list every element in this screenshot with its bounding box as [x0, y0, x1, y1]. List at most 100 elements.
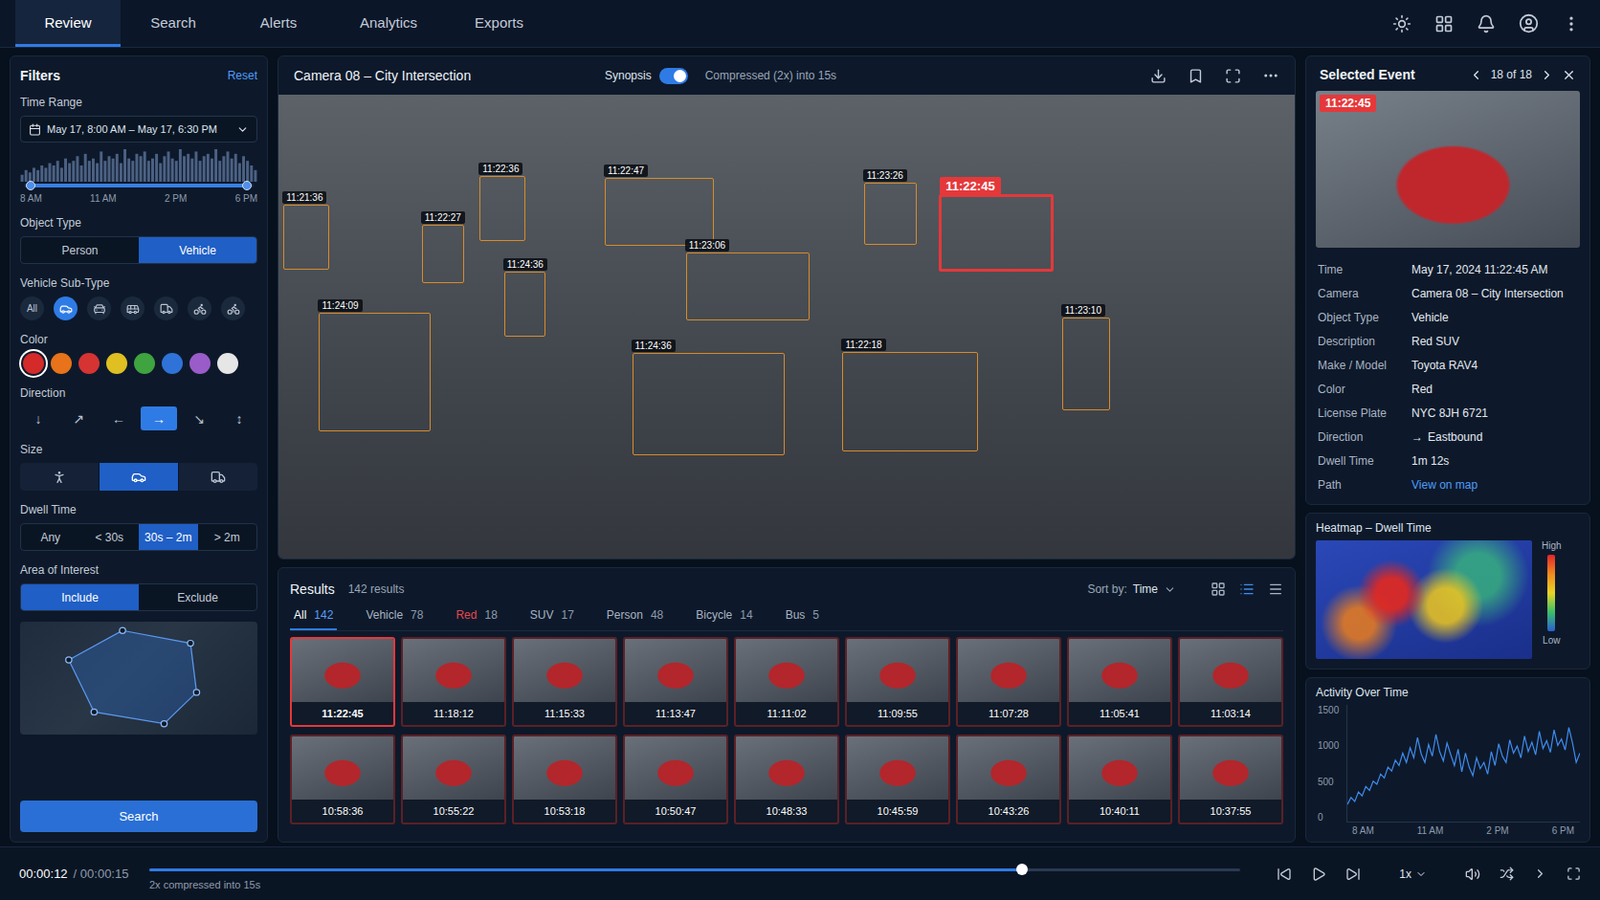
color-swatch[interactable]: [78, 353, 100, 375]
direction-button[interactable]: ↗: [60, 406, 97, 431]
slider-handle[interactable]: [242, 180, 252, 191]
result-thumbnail[interactable]: 11:22:45: [289, 637, 396, 728]
slider-track[interactable]: [23, 183, 254, 188]
speed-dropdown[interactable]: 1x: [1399, 867, 1427, 882]
detection-box[interactable]: 11:22:47: [604, 177, 714, 245]
dwell-time-option[interactable]: > 2m: [198, 524, 258, 551]
detection-box[interactable]: 11:21:36: [283, 204, 330, 270]
results-tab[interactable]: Vehicle78: [361, 602, 427, 631]
more-icon[interactable]: [1561, 14, 1581, 34]
color-swatch[interactable]: [217, 353, 239, 375]
detection-box[interactable]: 11:22:18: [842, 352, 978, 452]
results-tab[interactable]: Bicycle14: [691, 602, 756, 631]
progress-track[interactable]: [149, 868, 1241, 872]
area-polygon-icon[interactable]: [20, 622, 258, 735]
view-mode-button[interactable]: [1267, 581, 1284, 598]
result-thumbnail[interactable]: 10:53:18: [511, 734, 618, 825]
sun-icon[interactable]: [1392, 14, 1412, 34]
detection-box[interactable]: 11:23:26: [864, 182, 917, 245]
results-tab[interactable]: All142: [289, 602, 337, 631]
results-tab[interactable]: Red18: [451, 602, 501, 631]
search-button[interactable]: Search: [20, 800, 258, 833]
skip-back-button[interactable]: [1276, 866, 1292, 883]
result-thumbnail[interactable]: 10:58:36: [289, 734, 396, 825]
detection-box[interactable]: 11:22:45: [938, 194, 1054, 272]
result-thumbnail[interactable]: 10:40:11: [1066, 734, 1173, 825]
color-swatch[interactable]: [161, 353, 183, 375]
sub-type-button[interactable]: [221, 296, 245, 321]
color-swatch[interactable]: [50, 353, 72, 375]
results-tab[interactable]: SUV17: [526, 602, 578, 631]
sub-type-button[interactable]: [120, 296, 145, 321]
time-range-dropdown[interactable]: May 17, 8:00 AM – May 17, 6:30 PM: [20, 115, 258, 143]
result-thumbnail[interactable]: 10:43:26: [955, 734, 1062, 825]
result-thumbnail[interactable]: 11:03:14: [1177, 637, 1284, 728]
result-thumbnail[interactable]: 11:09:55: [844, 637, 951, 728]
nav-tab[interactable]: Review: [15, 0, 121, 47]
size-button[interactable]: [99, 463, 178, 491]
download-icon[interactable]: [1150, 67, 1167, 85]
area-option[interactable]: Exclude: [138, 584, 257, 611]
shuffle-button[interactable]: [1499, 866, 1514, 882]
dwell-time-option[interactable]: 30s – 2m: [138, 524, 199, 551]
time-range-slider[interactable]: 8 AM11 AM2 PM6 PM: [20, 149, 258, 204]
sub-type-button[interactable]: All: [20, 296, 45, 321]
fullscreen-button[interactable]: [1566, 866, 1581, 882]
progress-thumb[interactable]: [1016, 864, 1028, 876]
direction-button[interactable]: →: [140, 406, 178, 431]
reset-link[interactable]: Reset: [227, 68, 258, 83]
result-thumbnail[interactable]: 11:11:02: [733, 637, 840, 728]
dwell-time-option[interactable]: < 30s: [80, 524, 140, 551]
sub-type-button[interactable]: [187, 296, 212, 321]
volume-button[interactable]: [1465, 866, 1481, 883]
object-type-option[interactable]: Person: [21, 237, 139, 264]
view-mode-button[interactable]: [1239, 581, 1255, 598]
result-thumbnail[interactable]: 11:18:12: [400, 637, 507, 728]
area-map[interactable]: [20, 622, 258, 735]
nav-tab[interactable]: Search: [120, 0, 226, 47]
size-button[interactable]: [20, 463, 99, 491]
direction-button[interactable]: ←: [100, 406, 137, 431]
bell-icon[interactable]: [1476, 14, 1496, 34]
color-swatch[interactable]: [106, 353, 128, 375]
detection-box[interactable]: 11:24:36: [632, 353, 785, 456]
user-icon[interactable]: [1518, 13, 1539, 34]
grid-icon[interactable]: [1434, 14, 1454, 34]
result-thumbnail[interactable]: 11:15:33: [511, 637, 618, 728]
result-thumbnail[interactable]: 10:45:59: [844, 734, 951, 825]
result-thumbnail[interactable]: 11:07:28: [955, 637, 1062, 728]
previous-icon[interactable]: [1468, 67, 1484, 83]
detection-box[interactable]: 11:24:36: [504, 271, 547, 337]
color-swatch[interactable]: [22, 353, 45, 375]
detection-box[interactable]: 11:23:06: [686, 252, 811, 321]
result-thumbnail[interactable]: 10:37:55: [1177, 734, 1284, 825]
skip-forward-button[interactable]: [1345, 866, 1361, 883]
fullscreen-icon[interactable]: [1224, 67, 1242, 85]
sort-dropdown[interactable]: Sort by:Time: [1087, 582, 1177, 597]
result-thumbnail[interactable]: 10:48:33: [733, 734, 840, 825]
direction-button[interactable]: ↕: [221, 406, 258, 431]
dwell-time-option[interactable]: Any: [21, 524, 81, 551]
more-icon[interactable]: [1262, 66, 1280, 85]
detection-box[interactable]: 11:23:10: [1062, 317, 1111, 411]
nav-tab[interactable]: Alerts: [225, 0, 332, 47]
next-button[interactable]: [1533, 866, 1548, 882]
result-thumbnail[interactable]: 10:50:47: [622, 734, 729, 825]
area-option[interactable]: Include: [21, 584, 139, 611]
color-swatch[interactable]: [189, 353, 211, 375]
view-mode-button[interactable]: [1210, 581, 1226, 598]
close-icon[interactable]: [1561, 67, 1577, 83]
detection-box[interactable]: 11:22:36: [479, 176, 526, 242]
result-thumbnail[interactable]: 11:13:47: [622, 637, 729, 728]
detection-box[interactable]: 11:22:27: [422, 224, 466, 284]
color-swatch[interactable]: [133, 353, 156, 375]
synopsis-toggle[interactable]: [659, 67, 689, 85]
result-thumbnail[interactable]: 10:55:22: [400, 734, 507, 825]
next-icon[interactable]: [1539, 67, 1555, 83]
sub-type-button[interactable]: [154, 296, 178, 321]
direction-button[interactable]: ↓: [20, 406, 57, 431]
size-button[interactable]: [178, 463, 258, 491]
result-thumbnail[interactable]: 11:05:41: [1066, 637, 1173, 728]
object-type-option[interactable]: Vehicle: [138, 237, 257, 264]
bookmark-icon[interactable]: [1187, 67, 1204, 85]
